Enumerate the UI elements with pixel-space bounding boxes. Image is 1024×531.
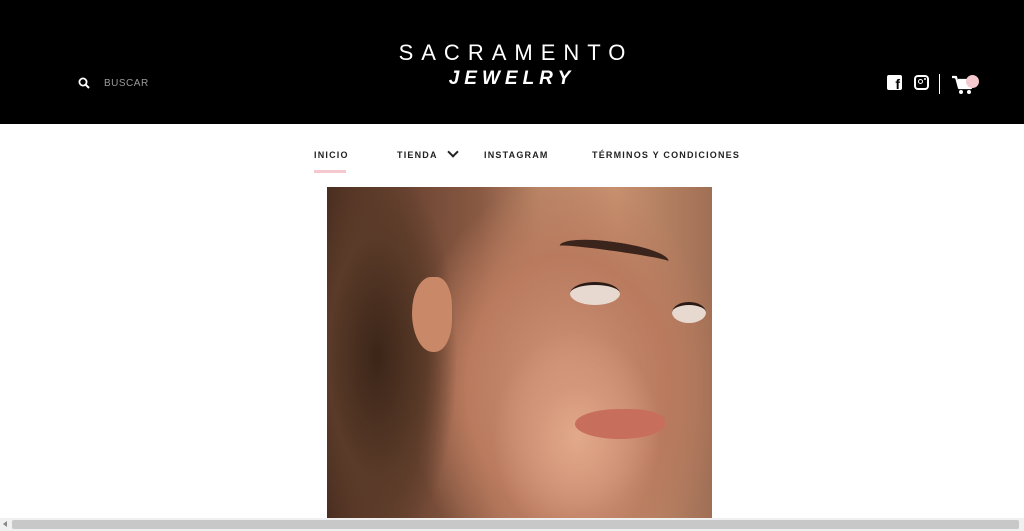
nav-item-label: TIENDA	[397, 150, 438, 160]
nav-item-tienda[interactable]: TIENDA	[397, 146, 460, 160]
nav-item-instagram[interactable]: INSTAGRAM	[484, 150, 549, 160]
nav-item-label: INICIO	[314, 150, 349, 160]
hero-image[interactable]	[327, 187, 712, 518]
hero-hair	[327, 187, 457, 518]
nav-active-indicator	[314, 170, 346, 173]
hero-eye	[570, 282, 620, 305]
nav-item-label: TÉRMINOS Y CONDICIONES	[592, 150, 741, 160]
hero-ear	[412, 277, 452, 352]
main-nav: INICIO TIENDA INSTAGRAM TÉRMINOS Y CONDI…	[0, 146, 1024, 180]
nav-item-label: INSTAGRAM	[484, 150, 549, 160]
facebook-glyph: f	[895, 76, 900, 90]
logo-line-1: SACRAMENTO	[398, 40, 634, 65]
site-logo[interactable]: SACRAMENTO JEWELRY	[0, 40, 1024, 91]
site-header: BUSCAR SACRAMENTO JEWELRY f	[0, 0, 1024, 124]
scroll-left-arrow-icon[interactable]	[3, 521, 7, 527]
hero-eye	[672, 302, 706, 323]
header-divider	[939, 74, 940, 94]
instagram-icon[interactable]	[914, 75, 929, 90]
facebook-icon[interactable]: f	[887, 75, 902, 90]
logo-line-2: JEWELRY	[448, 68, 576, 89]
hero-lips	[575, 409, 665, 439]
scrollbar-thumb[interactable]	[12, 520, 1019, 529]
chevron-down-icon[interactable]	[447, 146, 460, 158]
hero-brow	[557, 234, 671, 273]
nav-item-inicio[interactable]: INICIO	[314, 150, 349, 160]
nav-item-terminos[interactable]: TÉRMINOS Y CONDICIONES	[592, 150, 740, 160]
social-links: f	[887, 75, 929, 90]
cart-badge[interactable]	[966, 75, 979, 88]
